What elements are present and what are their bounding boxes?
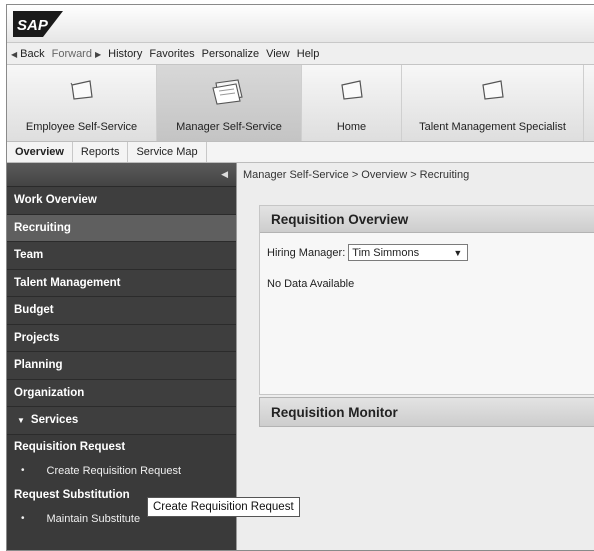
back-button[interactable]: ◀ Back xyxy=(11,48,45,60)
panel-title: Requisition Overview xyxy=(260,206,594,233)
dropdown-arrow-icon: ▼ xyxy=(453,248,463,258)
secondary-tabs: Overview Reports Service Map xyxy=(7,142,594,163)
tab-label: Home xyxy=(336,121,367,133)
requisition-overview-panel: Requisition Overview Hiring Manager: Tim… xyxy=(259,205,594,395)
tab-employee-self-service[interactable]: Employee Self-Service xyxy=(7,65,157,141)
folder-icon xyxy=(340,80,363,100)
menu-history[interactable]: History xyxy=(108,48,142,60)
hiring-manager-row: Hiring Manager: Tim Simmons ▼ xyxy=(267,244,469,261)
tab-overview[interactable]: Overview xyxy=(7,142,73,162)
detailed-navigation: ◀ Work Overview Recruiting Team Talent M… xyxy=(7,163,236,550)
menu-help[interactable]: Help xyxy=(297,48,320,60)
sap-logo: SAP xyxy=(13,11,63,37)
portal-window: SAP ◀ Back Forward ▶ History Favorites Per… xyxy=(6,4,594,551)
no-data-message: No Data Available xyxy=(267,278,355,290)
breadcrumb: Manager Self-Service > Overview > Recrui… xyxy=(243,169,470,181)
link-label: Maintain Substitute xyxy=(46,512,141,525)
hiring-manager-label: Hiring Manager: xyxy=(267,246,346,259)
tab-label: Talent Management Specialist xyxy=(419,121,566,133)
nav-item-organization[interactable]: Organization xyxy=(7,379,236,407)
bullet-icon: • xyxy=(21,513,25,524)
nav-item-talent-management[interactable]: Talent Management xyxy=(7,269,236,297)
nav-item-team[interactable]: Team xyxy=(7,242,236,270)
bullet-icon: • xyxy=(21,465,25,476)
tab-home[interactable]: Home xyxy=(302,65,402,141)
back-arrow-icon: ◀ xyxy=(11,49,18,59)
tab-label: Employee Self-Service xyxy=(25,121,138,133)
tab-label: Manager Self-Service xyxy=(176,121,282,133)
tab-service-map[interactable]: Service Map xyxy=(128,142,207,162)
forward-button[interactable]: Forward ▶ xyxy=(52,48,102,60)
menu-bar: ◀ Back Forward ▶ History Favorites Persona… xyxy=(7,43,594,65)
link-create-requisition-request[interactable]: • Create Requisition Request xyxy=(7,459,236,483)
tab-reports[interactable]: Reports xyxy=(73,142,129,162)
group-title-requisition-request: Requisition Request xyxy=(14,440,126,453)
tooltip: Create Requisition Request xyxy=(147,497,300,517)
link-label: Create Requisition Request xyxy=(46,464,182,477)
folder-icon xyxy=(481,80,504,100)
nav-header: ◀ xyxy=(7,163,236,187)
logo-text: SAP xyxy=(17,17,49,34)
forward-arrow-icon: ▶ xyxy=(94,49,102,59)
collapse-arrow-icon[interactable]: ◀ xyxy=(221,169,228,180)
tab-manager-self-service[interactable]: Manager Self-Service xyxy=(157,65,302,141)
tab-talent-management-specialist[interactable]: Talent Management Specialist xyxy=(402,65,584,141)
nav-item-projects[interactable]: Projects xyxy=(7,324,236,352)
menu-favorites[interactable]: Favorites xyxy=(149,48,194,60)
expand-down-icon: ▼ xyxy=(17,415,25,425)
services-label: Services xyxy=(30,414,79,427)
hiring-manager-select[interactable]: Tim Simmons ▼ xyxy=(348,244,469,261)
nav-item-recruiting[interactable]: Recruiting xyxy=(7,214,236,242)
nav-item-budget[interactable]: Budget xyxy=(7,297,236,325)
content-area: Manager Self-Service > Overview > Recrui… xyxy=(236,163,594,550)
nav-services-toggle[interactable]: ▼ Services xyxy=(7,407,236,435)
launchpad-tabs: Employee Self-Service Manager Self-Servi… xyxy=(7,65,594,142)
menu-view[interactable]: View xyxy=(266,48,290,60)
nav-item-planning[interactable]: Planning xyxy=(7,352,236,380)
documents-icon xyxy=(212,79,243,105)
menu-personalize[interactable]: Personalize xyxy=(202,48,259,60)
portal-header: SAP xyxy=(7,5,594,43)
nav-item-work-overview[interactable]: Work Overview xyxy=(7,187,236,215)
requisition-monitor-panel-title: Requisition Monitor xyxy=(259,397,594,427)
folder-icon xyxy=(70,80,93,100)
hiring-manager-value: Tim Simmons xyxy=(352,246,420,259)
